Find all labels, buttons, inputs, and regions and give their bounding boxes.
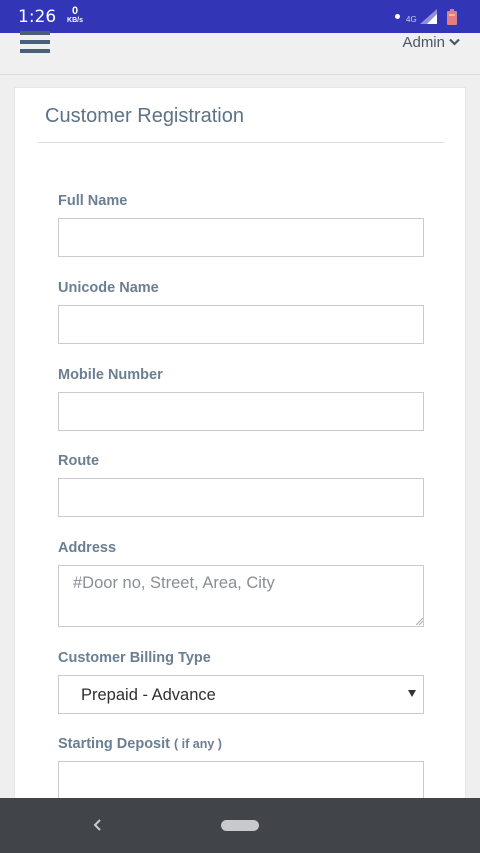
network-speed: 0 KB/s xyxy=(63,5,87,25)
hamburger-menu-icon[interactable] xyxy=(18,31,52,57)
home-pill-icon[interactable] xyxy=(221,820,259,831)
unicode-name-input[interactable] xyxy=(58,305,424,344)
route-input[interactable] xyxy=(58,478,424,517)
billing-type-label: Customer Billing Type xyxy=(58,650,211,666)
address-textarea[interactable] xyxy=(58,565,424,627)
battery-icon xyxy=(447,9,457,25)
mobile-number-label: Mobile Number xyxy=(58,367,163,383)
admin-label: Admin xyxy=(402,33,445,51)
admin-user-menu[interactable]: Admin xyxy=(402,33,460,51)
starting-deposit-hint: ( if any ) xyxy=(174,737,222,751)
starting-deposit-label: Starting Deposit ( if any ) xyxy=(58,736,222,752)
page-title: Customer Registration xyxy=(45,105,244,127)
signal-icon xyxy=(420,9,437,24)
starting-deposit-label-text: Starting Deposit xyxy=(58,736,170,752)
status-bar: 1:26 0 KB/s 4G xyxy=(0,0,480,33)
address-label: Address xyxy=(58,540,117,556)
starting-deposit-input[interactable] xyxy=(58,761,424,800)
route-label: Route xyxy=(58,453,100,469)
title-divider xyxy=(38,142,444,143)
notification-dot xyxy=(395,14,400,19)
full-name-label: Full Name xyxy=(58,193,128,209)
network-speed-value: 0 xyxy=(71,5,79,17)
mobile-number-input[interactable] xyxy=(58,392,424,431)
full-name-input[interactable] xyxy=(58,218,424,257)
registration-card: Customer Registration Full Name Unicode … xyxy=(14,87,466,807)
network-type: 4G xyxy=(406,15,417,24)
billing-type-selected: Prepaid - Advance xyxy=(81,686,216,704)
back-icon[interactable] xyxy=(88,815,108,835)
network-speed-unit: KB/s xyxy=(67,17,83,24)
unicode-name-label: Unicode Name xyxy=(58,280,159,296)
chevron-down-icon xyxy=(449,38,460,46)
top-app-bar: Admin xyxy=(0,31,480,75)
status-time: 1:26 xyxy=(18,7,57,27)
dropdown-arrow-icon xyxy=(408,690,416,697)
billing-type-select[interactable]: Prepaid - Advance xyxy=(58,675,424,714)
